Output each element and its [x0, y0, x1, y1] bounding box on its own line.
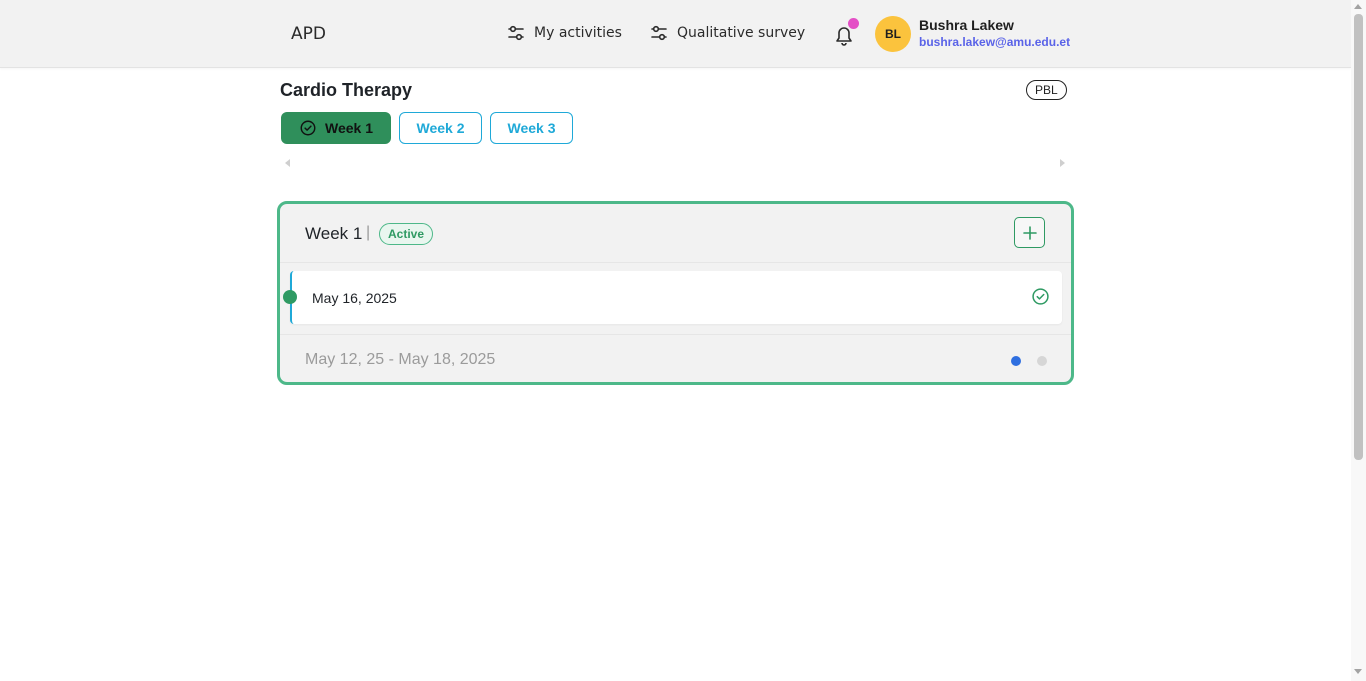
week-card-title: Week 1	[305, 224, 363, 243]
check-circle-icon	[300, 120, 316, 136]
user-name[interactable]: Bushra Lakew	[919, 17, 1014, 33]
plus-icon	[1022, 225, 1037, 240]
title-separator: |	[366, 224, 371, 241]
week-date-range: May 12, 25 - May 18, 2025	[305, 351, 496, 368]
session-date: May 16, 2025	[312, 290, 397, 306]
avatar[interactable]: BL	[875, 16, 911, 52]
sliders-icon	[651, 25, 667, 41]
timeline-dot	[283, 290, 297, 304]
scrollbar-thumb[interactable]	[1354, 14, 1363, 460]
user-email[interactable]: bushra.lakew@amu.edu.et	[919, 35, 1070, 49]
add-session-button[interactable]	[1014, 217, 1045, 248]
tab-week-1-label: Week 1	[325, 120, 373, 136]
week-card: Week 1 | Active May 16, 2025 May 12, 25 …	[277, 201, 1074, 385]
check-circle-icon	[1032, 288, 1049, 305]
pagination-dot-2[interactable]	[1037, 356, 1047, 366]
week-card-footer: May 12, 25 - May 18, 2025	[280, 334, 1071, 382]
sliders-icon	[508, 25, 524, 41]
brand-logo[interactable]: APD	[291, 24, 326, 44]
week-card-header: Week 1 | Active	[280, 204, 1071, 263]
scroll-up-arrow-icon[interactable]	[1354, 4, 1362, 9]
course-type-badge: PBL	[1026, 80, 1067, 100]
notification-indicator	[848, 18, 859, 29]
scroll-down-arrow-icon[interactable]	[1354, 669, 1362, 674]
page-title: Cardio Therapy	[280, 80, 413, 100]
nav-qualitative-survey-label: Qualitative survey	[677, 25, 806, 41]
carousel-next-arrow-icon[interactable]	[1060, 159, 1065, 167]
nav-qualitative-survey[interactable]: Qualitative survey	[649, 23, 805, 43]
carousel-prev-arrow-icon[interactable]	[285, 159, 290, 167]
tab-week-3[interactable]: Week 3	[490, 112, 573, 144]
tab-week-1[interactable]: Week 1	[281, 112, 391, 144]
session-item[interactable]: May 16, 2025	[290, 271, 1062, 324]
top-navbar: APD My activities Qualitative survey BL …	[0, 0, 1351, 68]
status-badge: Active	[379, 223, 434, 245]
tab-week-2[interactable]: Week 2	[399, 112, 482, 144]
nav-my-activities-label: My activities	[534, 25, 622, 41]
pagination-dot-1[interactable]	[1011, 356, 1021, 366]
nav-my-activities[interactable]: My activities	[506, 23, 622, 43]
page: APD My activities Qualitative survey BL …	[0, 0, 1366, 681]
